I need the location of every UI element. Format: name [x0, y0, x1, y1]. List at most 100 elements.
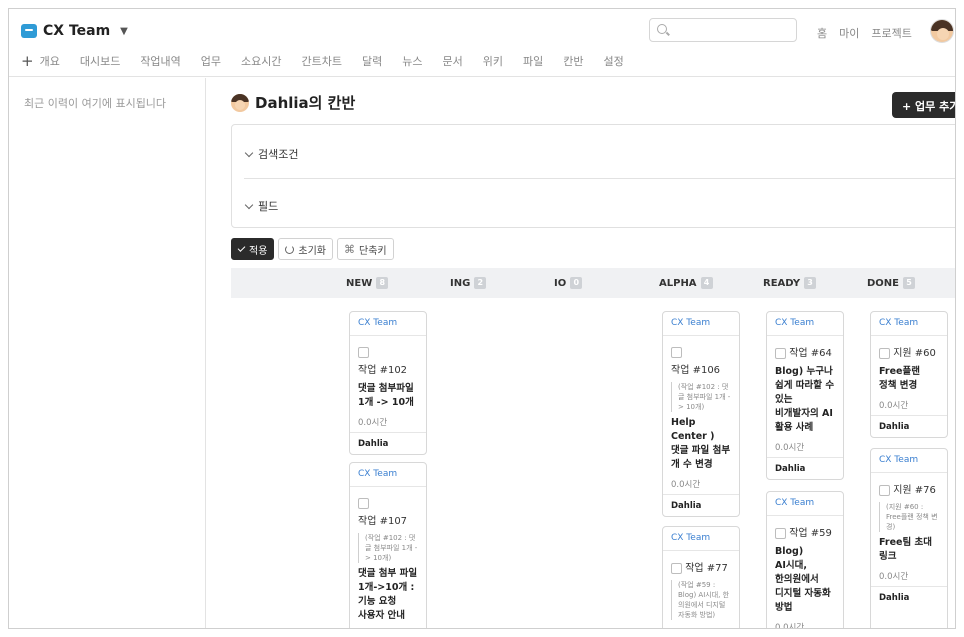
card-checkbox[interactable]: [775, 347, 786, 359]
team-switcher[interactable]: CX Team ▼: [21, 23, 128, 39]
card-task-id[interactable]: 지원 #76: [893, 485, 936, 496]
reset-button[interactable]: 초기화: [278, 238, 334, 260]
card-checkbox[interactable]: [775, 527, 786, 539]
card-body: 작업 #77 (작업 #59 : Blog) AI시대, 한의원에서 디지털 자…: [663, 551, 739, 624]
avatar-face: [937, 28, 949, 40]
card-task-id[interactable]: 작업 #102: [358, 363, 418, 378]
card-title[interactable]: Blog) AI시대, 한의원에서 디지털 자동화 방법: [775, 545, 835, 615]
nav-dashboard[interactable]: 대시보드: [80, 53, 120, 69]
card-hours: 0.0시간: [879, 401, 909, 411]
card-project[interactable]: CX Team: [350, 312, 426, 336]
column-ready[interactable]: READY 3: [763, 277, 817, 289]
card-title[interactable]: Help Center ) 댓글 파일 첨부 개 수 변경: [671, 416, 731, 472]
search-box[interactable]: [649, 18, 797, 42]
card-task-header: 지원 #76: [879, 483, 939, 498]
column-alpha[interactable]: ALPHA 4: [659, 277, 713, 289]
card-body: 지원 #60 Free플랜 정책 변경 0.0시간: [871, 336, 947, 415]
card-checkbox[interactable]: [358, 498, 369, 509]
card-checkbox[interactable]: [879, 484, 890, 496]
nav-activity[interactable]: 작업내역: [140, 53, 180, 69]
kanban-card[interactable]: CX Team 지원 #60 Free플랜 정책 변경 0.0시간 Dahlia: [870, 311, 948, 438]
card-parent-task[interactable]: (지원 #60 : Free플랜 정책 변경): [879, 502, 939, 532]
kanban-card[interactable]: CX Team 작업 #107 (작업 #102 : 댓글 첨부파일 1개 ->…: [349, 462, 427, 628]
card-parent-task[interactable]: (작업 #102 : 댓글 첨부파일 1개 -> 10개): [671, 382, 731, 412]
link-home[interactable]: 홈: [817, 25, 827, 41]
card-task-id[interactable]: 작업 #107: [358, 514, 418, 529]
card-title[interactable]: Free팀 초대 링크: [879, 536, 939, 564]
nav-files[interactable]: 파일: [523, 53, 543, 69]
card-parent-task[interactable]: (작업 #59 : Blog) AI시대, 한의원에서 디지털 자동화 방법): [671, 580, 731, 620]
card-project[interactable]: CX Team: [663, 527, 739, 551]
apply-label: 적용: [249, 245, 268, 257]
count-badge: 4: [700, 277, 713, 289]
count-badge: 2: [474, 277, 487, 289]
search-icon: [657, 24, 667, 34]
card-checkbox[interactable]: [358, 347, 369, 358]
nav-calendar[interactable]: 달력: [362, 53, 382, 69]
nav-overview[interactable]: 개요: [40, 53, 60, 69]
kanban-card[interactable]: CX Team 작업 #106 (작업 #102 : 댓글 첨부파일 1개 ->…: [662, 311, 740, 517]
page-title-text: Dahlia의 칸반: [255, 94, 356, 112]
card-task-id[interactable]: 작업 #106: [671, 363, 731, 378]
add-icon[interactable]: +: [21, 53, 34, 68]
card-body: 작업 #102 댓글 첨부파일 1개 -> 10개 0.0시간: [350, 336, 426, 432]
card-assignee: Dahlia: [350, 432, 426, 454]
column-done[interactable]: DONE 5: [867, 277, 916, 289]
kanban-card[interactable]: CX Team 작업 #102 댓글 첨부파일 1개 -> 10개 0.0시간 …: [349, 311, 427, 455]
card-task-id[interactable]: 작업 #59: [789, 528, 832, 539]
card-title[interactable]: Blog) 누구나 쉽게 따라할 수 있는 비개발자의 AI 활용 사례: [775, 365, 835, 435]
shortcut-button[interactable]: ⌘ 단축키: [337, 238, 394, 260]
nav-kanban[interactable]: 칸반: [563, 53, 583, 69]
user-avatar-small: [231, 93, 249, 112]
card-project[interactable]: CX Team: [871, 312, 947, 336]
nav-documents[interactable]: 문서: [443, 53, 463, 69]
count-badge: 0: [570, 277, 583, 289]
count-badge: 5: [903, 277, 916, 289]
column-ing[interactable]: ING 2: [450, 277, 487, 289]
fields-label: 필드: [258, 200, 279, 213]
card-task-id[interactable]: 작업 #64: [789, 348, 832, 359]
chevron-down-icon: [244, 200, 254, 209]
kanban-card[interactable]: CX Team 지원 #76 (지원 #60 : Free플랜 정책 변경) F…: [870, 448, 948, 628]
card-title[interactable]: Free플랜 정책 변경: [879, 365, 939, 393]
card-project[interactable]: CX Team: [663, 312, 739, 336]
apply-button[interactable]: 적용: [231, 238, 275, 260]
card-body: 작업 #59 Blog) AI시대, 한의원에서 디지털 자동화 방법 0.0시…: [767, 516, 843, 628]
card-task-id[interactable]: 작업 #77: [685, 563, 728, 574]
nav-gantt[interactable]: 간트차트: [302, 53, 342, 69]
nav-settings[interactable]: 설정: [604, 53, 624, 69]
add-task-button[interactable]: + 업무 추가: [892, 92, 955, 118]
card-checkbox[interactable]: [879, 347, 890, 359]
nav-news[interactable]: 뉴스: [402, 53, 422, 69]
search-input[interactable]: [672, 21, 792, 39]
card-project[interactable]: CX Team: [767, 492, 843, 516]
card-body: 지원 #76 (지원 #60 : Free플랜 정책 변경) Free팀 초대 …: [871, 473, 947, 586]
fields-toggle[interactable]: 필드: [244, 198, 279, 214]
card-parent-task[interactable]: (작업 #102 : 댓글 첨부파일 1개 -> 10개): [358, 533, 418, 563]
shortcut-label: 단축키: [359, 245, 387, 257]
column-io[interactable]: IO 0: [554, 277, 583, 289]
link-my[interactable]: 마이: [839, 25, 859, 41]
card-project[interactable]: CX Team: [871, 449, 947, 473]
card-title[interactable]: 댓글 첨부파일 1개 -> 10개: [358, 382, 418, 410]
card-checkbox[interactable]: [671, 562, 682, 574]
top-links: 홈 마이 프로젝트: [817, 25, 912, 41]
user-avatar[interactable]: [930, 19, 954, 43]
column-new[interactable]: NEW 8: [346, 277, 389, 289]
card-title[interactable]: 댓글 첨부 파일 1개->10개 : 기능 요청 사용자 안내: [358, 567, 418, 623]
search-conditions-toggle[interactable]: 검색조건: [244, 146, 298, 162]
card-assignee: Dahlia: [767, 457, 843, 479]
kanban-card[interactable]: CX Team 작업 #59 Blog) AI시대, 한의원에서 디지털 자동화…: [766, 491, 844, 628]
kanban-card[interactable]: CX Team 작업 #64 Blog) 누구나 쉽게 따라할 수 있는 비개발…: [766, 311, 844, 480]
card-checkbox[interactable]: [671, 347, 682, 358]
kanban-card[interactable]: CX Team 작업 #77 (작업 #59 : Blog) AI시대, 한의원…: [662, 526, 740, 628]
nav-wiki[interactable]: 위키: [483, 53, 503, 69]
nav-tasks[interactable]: 업무: [201, 53, 221, 69]
card-project[interactable]: CX Team: [767, 312, 843, 336]
nav-timelog[interactable]: 소요시간: [241, 53, 281, 69]
card-project[interactable]: CX Team: [350, 463, 426, 487]
link-projects[interactable]: 프로젝트: [871, 25, 911, 41]
card-task-id[interactable]: 지원 #60: [893, 348, 936, 359]
card-assignee: Dahlia: [871, 415, 947, 437]
column-title: ALPHA: [659, 277, 697, 289]
